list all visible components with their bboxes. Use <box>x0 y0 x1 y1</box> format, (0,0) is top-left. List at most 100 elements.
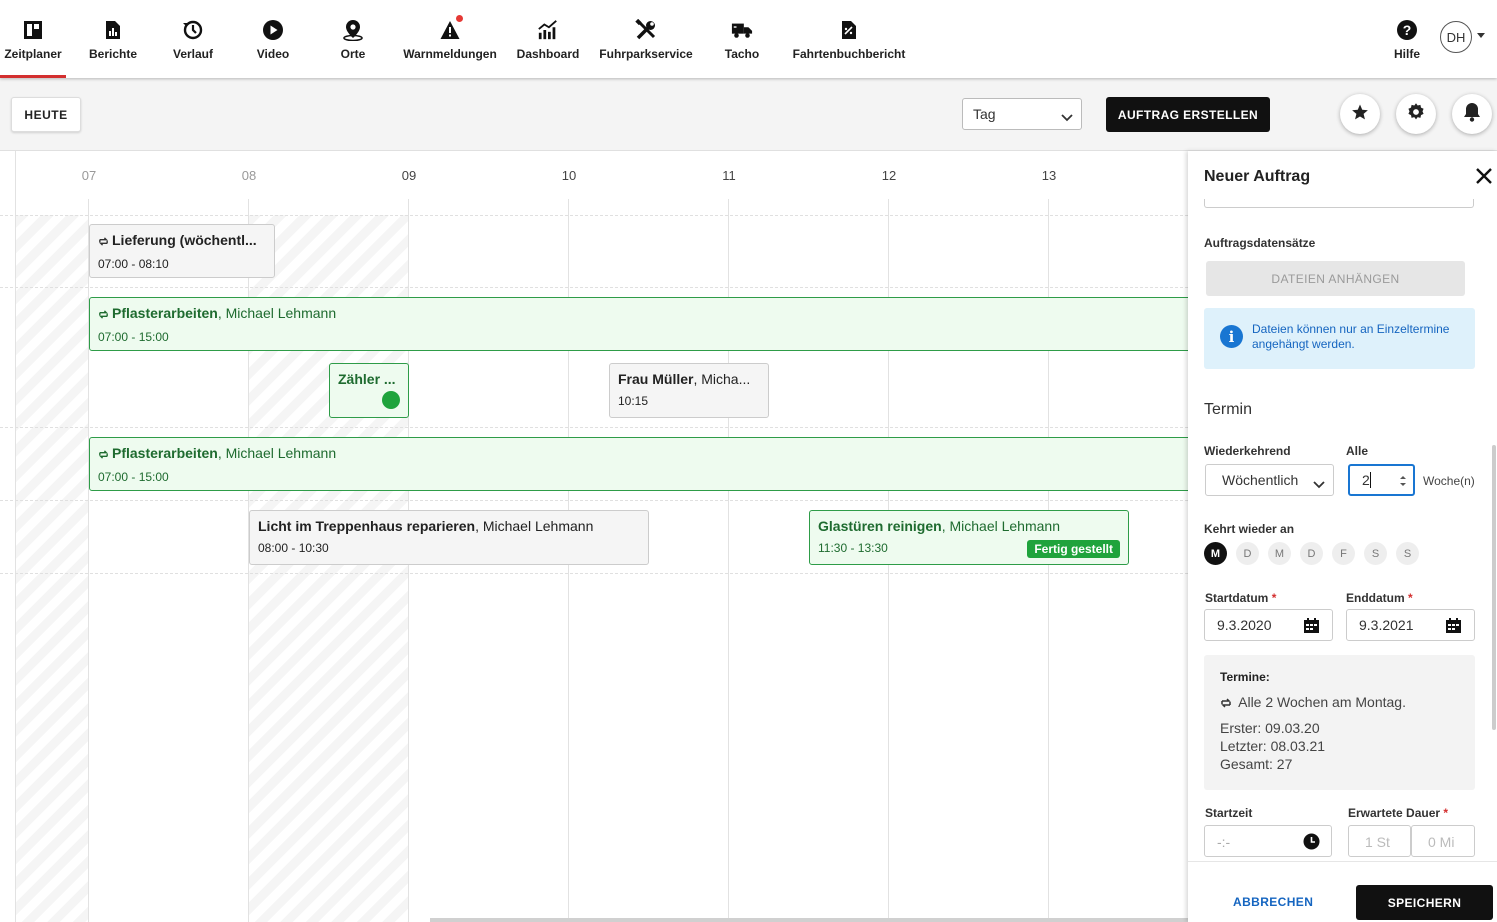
event-title: Pflasterarbeiten <box>112 445 218 461</box>
event-title: Glastüren reinigen <box>818 518 942 534</box>
nav-label: Fahrtenbuchbericht <box>792 47 906 61</box>
start-date-label: Startdatum * <box>1205 591 1277 605</box>
start-time-field[interactable]: -:- <box>1204 825 1332 857</box>
view-select-value: Tag <box>973 106 996 122</box>
event-title: Frau Müller <box>618 371 694 387</box>
recurring-select[interactable]: Wöchentlich <box>1205 464 1334 496</box>
create-order-button[interactable]: AUFTRAG ERSTELLEN <box>1106 97 1270 132</box>
view-select[interactable]: Tag <box>962 98 1082 130</box>
weekday-toggle-tuesday[interactable]: D <box>1236 542 1259 565</box>
weekday-toggle-wednesday[interactable]: M <box>1268 542 1291 565</box>
calendar-event[interactable]: Zähler ... <box>329 363 409 418</box>
top-navigation: Zeitplaner Berichte Verlauf Video Orte W… <box>0 0 1497 78</box>
records-label: Auftragsdatensätze <box>1204 236 1316 250</box>
panel-scrollbar[interactable] <box>1492 445 1496 730</box>
settings-button[interactable] <box>1396 94 1436 134</box>
today-button[interactable]: HEUTE <box>11 97 81 132</box>
info-box: i Dateien können nur an Einzeltermine an… <box>1204 308 1475 369</box>
truck-icon <box>731 19 753 41</box>
nav-orte[interactable]: Orte <box>325 0 381 78</box>
text-cursor <box>1369 472 1371 488</box>
repeat-icon <box>98 234 109 250</box>
nav-label: Video <box>256 47 290 61</box>
row-divider <box>0 427 1188 428</box>
repeat-icon <box>98 307 109 323</box>
nav-fuhrparkservice[interactable]: Fuhrparkservice <box>597 0 695 78</box>
calendar-event[interactable]: Glastüren reinigen, Michael Lehmann 11:3… <box>809 510 1129 565</box>
duration-minutes-field[interactable]: 0 Mi <box>1411 825 1475 857</box>
nav-label: Warnmeldungen <box>403 47 497 61</box>
nav-video[interactable]: Video <box>245 0 301 78</box>
start-date-field[interactable]: 9.3.2020 <box>1204 609 1333 641</box>
recurring-label: Wiederkehrend <box>1204 444 1291 458</box>
event-person: , Michael Lehmann <box>475 518 594 534</box>
weekday-toggle-monday[interactable]: M <box>1204 542 1227 565</box>
weekday-toggle-thursday[interactable]: D <box>1300 542 1323 565</box>
recurring-value: Wöchentlich <box>1222 472 1299 488</box>
hour-label: 10 <box>561 168 577 183</box>
nav-berichte[interactable]: Berichte <box>85 0 141 78</box>
nav-label: Orte <box>340 47 366 61</box>
weekday-toggle-saturday[interactable]: S <box>1364 542 1387 565</box>
weekday-toggle-friday[interactable]: F <box>1332 542 1355 565</box>
summary-heading: Termine: <box>1220 670 1270 684</box>
close-button[interactable] <box>1475 167 1493 190</box>
avatar[interactable]: DH <box>1440 21 1472 53</box>
chart-icon <box>537 19 559 41</box>
document-icon <box>838 19 860 41</box>
calendar-event[interactable]: Lieferung (wöchentl... 07:00 - 08:10 <box>89 224 275 278</box>
spinner-icon[interactable] <box>1399 474 1407 491</box>
event-person: , Michael Lehmann <box>941 518 1060 534</box>
clock-icon[interactable] <box>1303 833 1320 853</box>
event-time: 07:00 - 15:00 <box>98 330 169 344</box>
nav-verlauf[interactable]: Verlauf <box>165 0 221 78</box>
play-icon <box>262 19 284 41</box>
chevron-down-icon <box>1313 476 1325 492</box>
event-title: Lieferung (wöchentl... <box>112 232 257 248</box>
nav-label: Zeitplaner <box>4 47 62 61</box>
interval-value: 2 <box>1362 472 1370 488</box>
start-time-label: Startzeit <box>1205 806 1253 820</box>
calendar-event[interactable]: Licht im Treppenhaus reparieren, Michael… <box>249 510 649 565</box>
duration-hours-field[interactable]: 1 St <box>1348 825 1411 857</box>
calendar-icon[interactable] <box>1303 617 1320 637</box>
nav-warnmeldungen[interactable]: Warnmeldungen <box>401 0 499 78</box>
hour-label: 13 <box>1041 168 1057 183</box>
row-divider <box>0 287 1188 288</box>
cancel-button[interactable]: ABBRECHEN <box>1233 895 1313 909</box>
summary-last: Letzter: 08.03.21 <box>1220 738 1326 754</box>
description-textarea[interactable] <box>1204 199 1474 208</box>
notifications-button[interactable] <box>1452 94 1492 134</box>
unavailable-area <box>16 215 89 922</box>
horizontal-scrollbar[interactable] <box>430 918 1190 922</box>
interval-input[interactable]: 2 <box>1348 464 1415 496</box>
calendar-grid-icon <box>22 19 44 41</box>
event-person: , Micha... <box>693 371 751 387</box>
calendar-event[interactable]: Pflasterarbeiten, Michael Lehmann 07:00 … <box>89 437 1188 491</box>
weekday-toggle-sunday[interactable]: S <box>1396 542 1419 565</box>
help-button[interactable]: ? Hilfe <box>1389 0 1425 78</box>
attach-files-button[interactable]: DATEIEN ANHÄNGEN <box>1206 261 1465 296</box>
chevron-down-icon[interactable] <box>1477 33 1485 38</box>
help-label: Hilfe <box>1393 47 1420 61</box>
calendar-icon[interactable] <box>1445 617 1462 637</box>
event-time: 07:00 - 15:00 <box>98 470 169 484</box>
start-date-value: 9.3.2020 <box>1217 617 1272 633</box>
duration-label: Erwartete Dauer * <box>1348 806 1449 820</box>
nav-zeitplaner[interactable]: Zeitplaner <box>0 0 66 78</box>
summary-total: Gesamt: 27 <box>1220 756 1293 772</box>
grid-line <box>15 151 16 922</box>
event-person: , Michael Lehmann <box>217 305 337 321</box>
nav-dashboard[interactable]: Dashboard <box>513 0 583 78</box>
nav-tacho[interactable]: Tacho <box>718 0 766 78</box>
favorites-button[interactable] <box>1340 94 1380 134</box>
schedule-summary: Termine: Alle 2 Wochen am Montag. Erster… <box>1204 655 1475 790</box>
end-date-field[interactable]: 9.3.2021 <box>1346 609 1475 641</box>
nav-fahrtenbuchbericht[interactable]: Fahrtenbuchbericht <box>791 0 907 78</box>
wrench-icon <box>635 19 657 41</box>
calendar-event[interactable]: Pflasterarbeiten, Michael Lehmann 07:00 … <box>89 297 1188 351</box>
hour-label: 08 <box>241 168 257 183</box>
save-button[interactable]: SPEICHERN <box>1356 885 1493 920</box>
help-icon: ? <box>1396 19 1418 41</box>
calendar-event[interactable]: Frau Müller, Micha... 10:15 <box>609 363 769 418</box>
